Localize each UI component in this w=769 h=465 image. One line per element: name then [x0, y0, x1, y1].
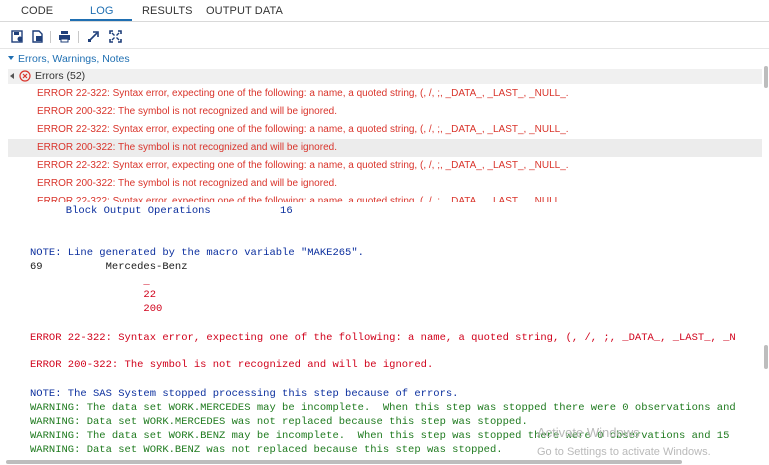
chevron-down-icon — [8, 56, 14, 60]
ewn-label: Errors, Warnings, Notes — [18, 53, 130, 65]
log-toolbar — [0, 27, 769, 47]
tab-code[interactable]: CODE — [21, 5, 53, 17]
log-note: NOTE: The SAS System stopped processing … — [30, 388, 459, 400]
tab-divider — [0, 21, 769, 22]
tab-output-data[interactable]: OUTPUT DATA — [206, 5, 283, 17]
log-note: NOTE: Line generated by the macro variab… — [30, 247, 364, 259]
errors-group-header[interactable]: Errors (52) — [8, 69, 762, 84]
log-line: Block Output Operations 16 — [28, 205, 293, 217]
log-warning: WARNING: The data set WORK.MERCEDES may … — [30, 402, 736, 414]
log-line: _ — [30, 276, 150, 288]
log-warning: WARNING: Data set WORK.MERCEDES was not … — [30, 416, 528, 428]
log-error: ERROR 200-322: The symbol is not recogni… — [30, 359, 434, 371]
error-message-row[interactable]: ERROR 200-322: The symbol is not recogni… — [8, 103, 762, 121]
error-message-row[interactable]: ERROR 22-322: Syntax error, expecting on… — [8, 157, 762, 175]
error-message-row[interactable]: ERROR 22-322: Syntax error, expecting on… — [8, 121, 762, 139]
errors-count-label: Errors (52) — [35, 70, 86, 82]
error-circle-icon — [19, 70, 31, 82]
error-message-row[interactable]: ERROR 22-322: Syntax error, expecting on… — [8, 85, 762, 103]
log-output: Block Output Operations 16 NOTE: Line ge… — [0, 202, 769, 460]
print-icon[interactable] — [58, 30, 71, 43]
tab-results[interactable]: RESULTS — [142, 5, 193, 17]
toolbar-separator — [78, 31, 79, 43]
activation-watermark-title: Activate Windows — [537, 425, 640, 440]
log-horizontal-scrollbar[interactable] — [6, 460, 682, 464]
log-vertical-scrollbar[interactable] — [764, 345, 768, 369]
log-warning: WARNING: Data set WORK.BENZ was not repl… — [30, 444, 503, 456]
error-message-list: ERROR 22-322: Syntax error, expecting on… — [8, 85, 762, 202]
toolbar-separator — [50, 31, 51, 43]
error-message-row[interactable]: ERROR 200-322: The symbol is not recogni… — [8, 175, 762, 193]
activation-watermark-text: Go to Settings to activate Windows. — [537, 446, 711, 458]
error-message-row[interactable]: ERROR 200-322: The symbol is not recogni… — [8, 139, 762, 157]
ewn-toggle[interactable]: Errors, Warnings, Notes — [8, 53, 130, 65]
log-line: 200 — [30, 303, 163, 315]
maximize-icon[interactable] — [109, 30, 122, 43]
error-message-row[interactable]: ERROR 22-322: Syntax error, expecting on… — [8, 193, 762, 202]
tab-log[interactable]: LOG — [90, 5, 114, 17]
save-log-icon[interactable] — [11, 30, 24, 43]
open-in-new-window-icon[interactable] — [87, 30, 100, 43]
log-line: 22 — [30, 289, 157, 301]
toolbar-divider — [0, 48, 769, 49]
log-error: ERROR 22-322: Syntax error, expecting on… — [30, 332, 736, 344]
error-list-scrollbar[interactable] — [764, 66, 768, 88]
collapse-triangle-icon[interactable] — [10, 73, 14, 79]
log-line: 69 Mercedes-Benz — [30, 261, 188, 273]
export-log-icon[interactable] — [31, 30, 44, 43]
tab-bar: CODE LOG RESULTS OUTPUT DATA — [0, 0, 769, 22]
